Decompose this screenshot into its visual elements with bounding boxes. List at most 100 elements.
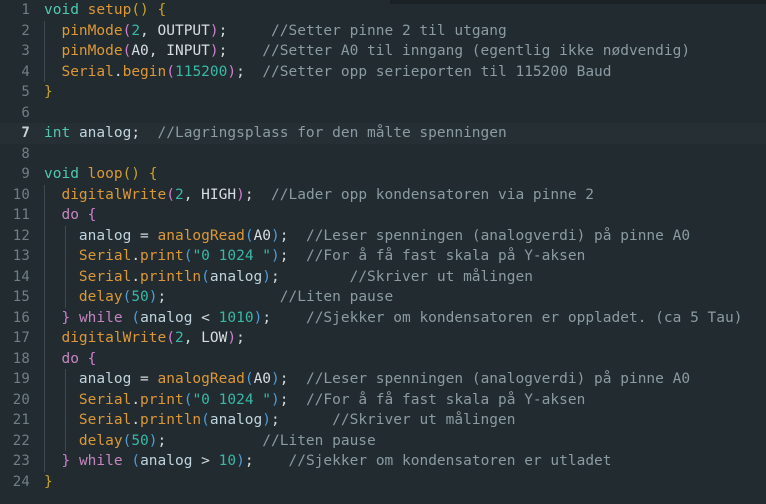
- line-number: 24: [12, 473, 30, 490]
- code-token: .: [131, 248, 141, 264]
- code-line[interactable]: 21 Serial.println(analog); //Skriver ut …: [0, 410, 766, 431]
- code-line[interactable]: 18 do {: [0, 348, 766, 370]
- code-line[interactable]: 9 void loop() {: [0, 164, 766, 185]
- line-number: 18: [12, 350, 30, 367]
- code-token: {: [148, 166, 158, 182]
- code-token: ;: [271, 268, 280, 285]
- code-line[interactable]: 7 int analog; //Lagringsplass for den mål…: [0, 123, 766, 144]
- code-line[interactable]: 2 pinMode(2, OUTPUT); //Setter pinne 2 t…: [0, 20, 766, 42]
- line-number: 16: [12, 309, 30, 326]
- code-token: (: [131, 309, 141, 326]
- code-line[interactable]: 5}: [0, 82, 766, 103]
- editor-text-area[interactable]: 1 void setup() {2 pinMode(2, OUTPUT); //S…: [0, 0, 766, 504]
- code-token: //Setter opp serieporten til 115200 Baud: [262, 63, 612, 80]
- code-token: //Sjekker om kondensatoren er utladet: [288, 453, 612, 469]
- code-line[interactable]: 1 void setup() {: [0, 0, 766, 21]
- code-line-content[interactable]: Serial.begin(115200); //Setter opp serie…: [44, 62, 766, 83]
- code-token: A0: [253, 227, 272, 244]
- code-line[interactable]: 14 Serial.println(analog); //Skriver ut …: [0, 266, 766, 288]
- line-number: 14: [12, 268, 30, 285]
- code-line-content[interactable]: digitalWrite(2, HIGH); //Lader opp konde…: [44, 185, 766, 206]
- line-number: 6: [21, 104, 30, 121]
- code-line[interactable]: 17 digitalWrite(2, LOW);: [0, 328, 766, 349]
- code-line[interactable]: 19 analog = analogRead(A0); //Leser spen…: [0, 369, 766, 390]
- code-line[interactable]: 24}: [0, 472, 766, 493]
- code-line-content[interactable]: Serial.print("0 1024 "); //For å få fast…: [44, 246, 766, 267]
- code-token: ;: [236, 330, 245, 346]
- line-number: 19: [12, 371, 30, 387]
- code-line[interactable]: 13 Serial.print("0 1024 "); //For å få f…: [0, 246, 766, 267]
- code-token: {: [87, 350, 97, 367]
- code-line-content[interactable]: } while (analog > 10); //Sjekker om kond…: [44, 451, 766, 472]
- code-line[interactable]: 11 do {: [0, 205, 766, 226]
- code-line[interactable]: 8: [0, 144, 766, 165]
- line-number: 12: [12, 227, 30, 244]
- code-token: ;: [157, 432, 167, 449]
- code-token: <: [192, 309, 219, 326]
- code-token: A0: [253, 371, 272, 387]
- code-line-content[interactable]: pinMode(A0, INPUT); //Setter A0 til inng…: [44, 41, 766, 62]
- code-line-content[interactable]: delay(50); //Liten pause: [44, 287, 766, 308]
- code-line-content[interactable]: int analog; //Lagringsplass for den målt…: [44, 123, 766, 144]
- code-line[interactable]: 3 pinMode(A0, INPUT); //Setter A0 til in…: [0, 41, 766, 62]
- code-line-content[interactable]: Serial.println(analog); //Skriver ut mål…: [44, 410, 766, 431]
- code-line[interactable]: 6: [0, 103, 766, 124]
- line-number: 7: [21, 125, 30, 141]
- code-token: (: [122, 289, 132, 305]
- code-line-content[interactable]: delay(50); //Liten pause: [44, 431, 766, 452]
- code-token: ;: [131, 125, 141, 141]
- code-token: (): [122, 166, 141, 182]
- code-line-content[interactable]: pinMode(2, OUTPUT); //Setter pinne 2 til…: [44, 21, 766, 42]
- line-number: 1: [21, 2, 30, 18]
- code-token: INPUT: [166, 43, 210, 59]
- code-line[interactable]: 10 digitalWrite(2, HIGH); //Lader opp ko…: [0, 184, 766, 206]
- code-line[interactable]: 16 } while (analog < 1010); //Sjekker om…: [0, 307, 766, 329]
- code-line-content[interactable]: }: [44, 472, 766, 493]
- code-token: ;: [157, 289, 167, 305]
- code-token: pinMode: [61, 22, 123, 39]
- code-token: //Sjekker om kondensatoren er oppladet. …: [305, 309, 743, 326]
- code-token: ): [262, 268, 272, 285]
- code-line-content[interactable]: digitalWrite(2, LOW);: [44, 328, 766, 349]
- code-line-content[interactable]: void setup() {: [44, 0, 766, 21]
- code-line-content[interactable]: } while (analog < 1010); //Sjekker om ko…: [44, 308, 766, 329]
- code-line-content[interactable]: void loop() {: [44, 164, 766, 185]
- code-line[interactable]: 20 Serial.print("0 1024 "); //For å få f…: [0, 389, 766, 411]
- code-token: "0 1024 ": [192, 248, 272, 264]
- code-line[interactable]: 22 delay(50); //Liten pause: [0, 430, 766, 452]
- code-line-content[interactable]: analog = analogRead(A0); //Leser spennin…: [44, 226, 766, 247]
- code-line-content[interactable]: Serial.print("0 1024 "); //For å få fast…: [44, 390, 766, 411]
- code-line-content[interactable]: analog = analogRead(A0); //Leser spennin…: [44, 369, 766, 390]
- code-line[interactable]: 12 analog = analogRead(A0); //Leser spen…: [0, 225, 766, 247]
- code-token: //Skriver ut målingen: [332, 412, 516, 428]
- code-line-content[interactable]: do {: [44, 205, 766, 226]
- code-line-content[interactable]: Serial.println(analog); //Skriver ut mål…: [44, 267, 766, 288]
- code-token: print: [140, 248, 184, 264]
- code-line[interactable]: 4 Serial.begin(115200); //Setter opp ser…: [0, 61, 766, 83]
- code-token: analogRead: [157, 371, 245, 387]
- code-token: 1010: [218, 309, 254, 326]
- line-number: 20: [12, 391, 30, 408]
- code-line-content[interactable]: do {: [44, 349, 766, 370]
- code-line[interactable]: 23 } while (analog > 10); //Sjekker om k…: [0, 451, 766, 472]
- code-line[interactable]: 15 delay(50); //Liten pause: [0, 287, 766, 308]
- code-token: do: [61, 207, 79, 223]
- code-token: //For å få fast skala på Y-aksen: [305, 248, 586, 264]
- code-line-content[interactable]: }: [44, 82, 766, 103]
